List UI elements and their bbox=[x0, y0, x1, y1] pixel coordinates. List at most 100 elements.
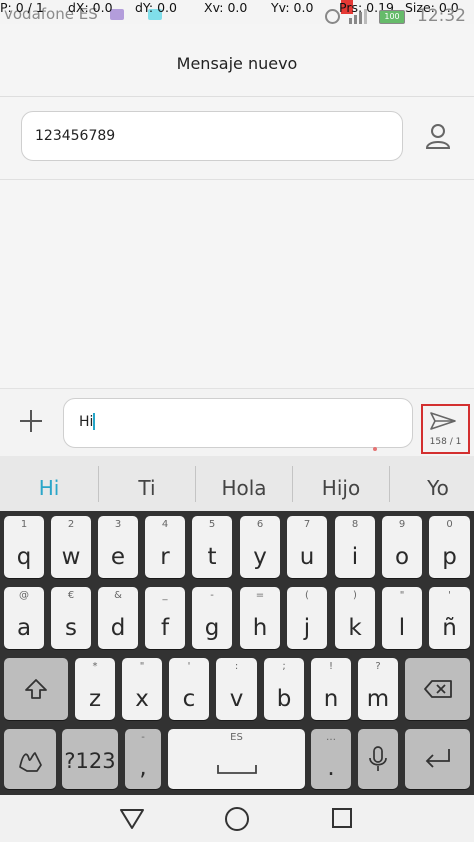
shift-icon bbox=[25, 679, 47, 699]
key-label: x bbox=[135, 686, 149, 712]
handwriting-icon bbox=[19, 752, 42, 772]
key-y[interactable]: 6y bbox=[240, 516, 280, 578]
key-label: n bbox=[323, 686, 339, 712]
suggestion-2[interactable]: Ti bbox=[99, 476, 195, 500]
key-label: a bbox=[16, 615, 32, 641]
key-f[interactable]: _ f bbox=[145, 587, 185, 649]
key-i[interactable]: 8i bbox=[335, 516, 375, 578]
keyboard: 1q 2w 3e 4r 5t 6y 7u 8i 9o 0p @ a € s & d _… bbox=[0, 511, 474, 795]
key-s[interactable]: € s bbox=[51, 587, 91, 649]
key-h[interactable]: = h bbox=[240, 587, 280, 649]
key-label: b bbox=[276, 686, 292, 712]
add-attachment-icon[interactable] bbox=[18, 408, 44, 434]
debug-xv: Xv: 0.0 bbox=[204, 0, 248, 15]
key-p[interactable]: 0p bbox=[429, 516, 470, 578]
key-r[interactable]: 4r bbox=[145, 516, 185, 578]
contact-picker-icon[interactable] bbox=[424, 122, 452, 150]
cursor-handle bbox=[373, 447, 377, 451]
key-c[interactable]: ' c bbox=[169, 658, 209, 720]
key-hint: " bbox=[139, 661, 145, 672]
key-hint: 9 bbox=[398, 519, 406, 530]
key-t[interactable]: 5t bbox=[192, 516, 232, 578]
key-j[interactable]: (j bbox=[287, 587, 327, 649]
key-ene[interactable]: ' ñ bbox=[429, 587, 470, 649]
language-label: ES bbox=[230, 732, 243, 743]
message-value: Hi bbox=[79, 414, 94, 430]
suggestion-1[interactable]: Hi bbox=[0, 476, 98, 500]
character-counter: 158 / 1 bbox=[429, 437, 462, 447]
period-key[interactable]: …. bbox=[311, 729, 351, 789]
key-w[interactable]: 2w bbox=[51, 516, 91, 578]
shift-key[interactable] bbox=[4, 658, 68, 720]
page-title: Mensaje nuevo bbox=[176, 54, 298, 73]
recents-icon[interactable] bbox=[331, 807, 353, 829]
key-label: j bbox=[303, 615, 311, 641]
key-hint: - bbox=[210, 590, 214, 601]
key-label: z bbox=[88, 686, 102, 712]
symbols-key[interactable]: ?123 bbox=[62, 729, 118, 789]
key-hint: 4 bbox=[161, 519, 169, 530]
key-hint: ; bbox=[282, 661, 286, 672]
key-b[interactable]: ; b bbox=[264, 658, 304, 720]
signal-icon bbox=[349, 9, 367, 24]
conversation-area bbox=[0, 180, 474, 388]
key-l[interactable]: " l bbox=[382, 587, 422, 649]
space-key[interactable]: ES bbox=[168, 729, 305, 789]
home-icon[interactable] bbox=[224, 806, 250, 832]
key-hint: ( bbox=[305, 590, 309, 601]
key-label: g bbox=[204, 615, 220, 641]
key-hint: @ bbox=[19, 590, 29, 601]
key-g[interactable]: -g bbox=[192, 587, 232, 649]
key-label: k bbox=[348, 615, 362, 641]
key-u[interactable]: 7u bbox=[287, 516, 327, 578]
key-label: . bbox=[327, 755, 335, 781]
key-q[interactable]: 1q bbox=[4, 516, 44, 578]
key-z[interactable]: * z bbox=[75, 658, 115, 720]
key-n[interactable]: ! n bbox=[311, 658, 351, 720]
enter-icon bbox=[425, 749, 450, 768]
key-label: ?123 bbox=[64, 749, 116, 773]
key-hint: 5 bbox=[208, 519, 216, 530]
key-hint: 7 bbox=[303, 519, 311, 530]
key-label: d bbox=[110, 615, 126, 641]
key-d[interactable]: & d bbox=[98, 587, 138, 649]
key-v[interactable]: :v bbox=[216, 658, 257, 720]
backspace-key[interactable] bbox=[405, 658, 470, 720]
suggestion-5[interactable]: Yo bbox=[390, 476, 474, 500]
suggestion-4[interactable]: Hijo bbox=[293, 476, 389, 500]
key-hint: 8 bbox=[351, 519, 359, 530]
key-o[interactable]: 9o bbox=[382, 516, 422, 578]
key-hint: … bbox=[326, 732, 336, 743]
key-hint: ) bbox=[353, 590, 357, 601]
backspace-icon bbox=[424, 680, 452, 698]
key-hint: ! bbox=[328, 661, 333, 672]
suggestion-3[interactable]: Hola bbox=[196, 476, 292, 500]
key-hint: & bbox=[114, 590, 122, 601]
enter-key[interactable] bbox=[405, 729, 470, 789]
key-label: w bbox=[61, 544, 81, 570]
key-hint: - bbox=[141, 732, 145, 743]
recipient-value: 123456789 bbox=[35, 128, 116, 144]
key-label: u bbox=[299, 544, 315, 570]
key-m[interactable]: ? m bbox=[358, 658, 398, 720]
back-icon[interactable] bbox=[119, 808, 145, 830]
key-label: v bbox=[229, 686, 244, 712]
text-cursor bbox=[93, 413, 95, 430]
debug-dy: dY: 0.0 bbox=[135, 0, 177, 15]
key-label: i bbox=[351, 544, 359, 570]
key-hint: ' bbox=[448, 590, 451, 601]
key-x[interactable]: " x bbox=[122, 658, 162, 720]
debug-pointer: P: 0 / 1 bbox=[0, 0, 44, 15]
key-k[interactable]: ) k bbox=[335, 587, 375, 649]
debug-yv: Yv: 0.0 bbox=[271, 0, 314, 15]
send-icon bbox=[430, 412, 456, 430]
key-hint: 0 bbox=[446, 519, 453, 530]
message-input[interactable] bbox=[63, 398, 413, 448]
comma-key[interactable]: -, bbox=[125, 729, 161, 789]
key-hint: 3 bbox=[114, 519, 122, 530]
emoji-handwriting-key[interactable] bbox=[4, 729, 56, 789]
key-e[interactable]: 3e bbox=[98, 516, 138, 578]
voice-key[interactable] bbox=[358, 729, 398, 789]
key-a[interactable]: @ a bbox=[4, 587, 44, 649]
key-label: e bbox=[110, 544, 126, 570]
